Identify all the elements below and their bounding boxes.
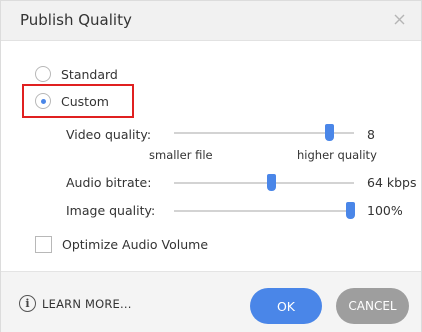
image-quality-value: 100%	[367, 203, 403, 218]
video-quality-slider[interactable]	[174, 124, 354, 141]
optimize-audio-label: Optimize Audio Volume	[62, 237, 209, 252]
standard-radio[interactable]	[35, 66, 51, 82]
image-quality-label: Image quality:	[66, 203, 156, 218]
video-quality-value: 8	[367, 127, 375, 142]
publish-quality-dialog: Publish Quality Standard Custom Video qu…	[0, 0, 422, 332]
title-bar: Publish Quality	[1, 1, 421, 41]
cancel-button[interactable]: CANCEL	[336, 288, 409, 324]
audio-bitrate-slider[interactable]	[174, 174, 354, 191]
image-quality-slider[interactable]	[174, 202, 356, 219]
audio-bitrate-value: 64 kbps	[367, 175, 417, 190]
audio-bitrate-thumb[interactable]	[267, 174, 277, 191]
optimize-audio-checkbox[interactable]	[35, 236, 52, 253]
close-icon	[394, 14, 404, 24]
learn-more-link[interactable]: i LEARN MORE...	[19, 295, 132, 312]
learn-more-label: LEARN MORE...	[42, 296, 132, 311]
higher-quality-hint: higher quality	[297, 148, 377, 162]
optimize-audio-option[interactable]: Optimize Audio Volume	[35, 236, 208, 253]
video-quality-thumb[interactable]	[324, 124, 334, 141]
close-button[interactable]	[389, 9, 409, 29]
ok-button[interactable]: OK	[250, 288, 322, 324]
image-quality-thumb[interactable]	[346, 202, 356, 219]
smaller-file-hint: smaller file	[149, 148, 213, 162]
standard-label: Standard	[61, 66, 118, 82]
standard-option[interactable]: Standard	[35, 66, 118, 82]
info-icon: i	[19, 295, 36, 312]
video-quality-label: Video quality:	[66, 127, 152, 142]
custom-highlight-box	[22, 84, 134, 118]
dialog-title: Publish Quality	[20, 11, 132, 29]
audio-bitrate-label: Audio bitrate:	[66, 175, 152, 190]
